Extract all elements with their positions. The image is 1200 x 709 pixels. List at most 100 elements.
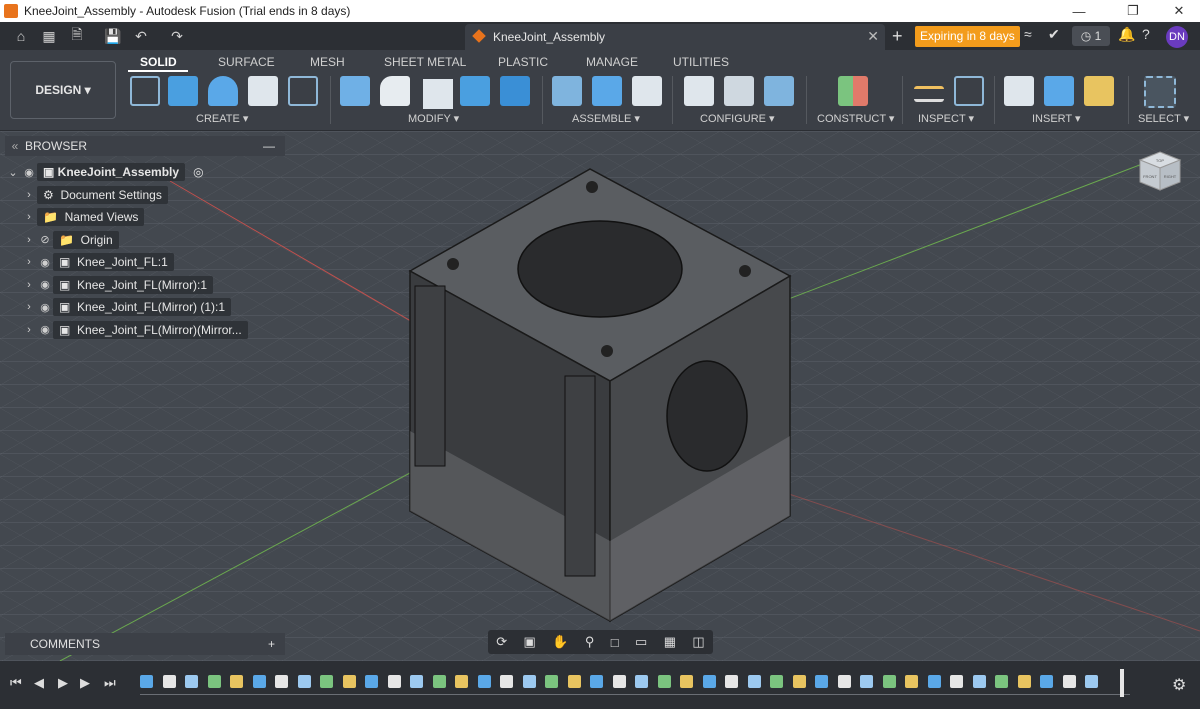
timeline-feature-icon[interactable] — [342, 675, 356, 688]
user-avatar[interactable]: DN — [1166, 26, 1188, 48]
eye-icon[interactable]: ◉ — [37, 301, 53, 314]
group-configure[interactable]: CONFIGURE ▾ — [700, 112, 775, 125]
timeline-feature-icon[interactable] — [657, 675, 671, 688]
chevron-right-icon[interactable]: › — [21, 256, 37, 268]
timeline-feature-icon[interactable] — [297, 675, 311, 688]
timeline-feature-icon[interactable] — [905, 675, 918, 688]
timeline-feature-icon[interactable] — [680, 675, 693, 688]
browser-item-named-views[interactable]: › 📁 Named Views — [5, 206, 285, 229]
fillet-icon[interactable] — [380, 76, 410, 106]
timeline-feature-icon[interactable] — [1040, 675, 1053, 688]
timeline-feature-icon[interactable] — [545, 675, 558, 688]
close-tab-icon[interactable]: ✕ — [867, 28, 879, 45]
timeline-feature-icon[interactable] — [860, 675, 873, 688]
timeline-feature-icon[interactable] — [635, 675, 648, 688]
group-inspect[interactable]: INSPECT ▾ — [918, 112, 974, 125]
browser-item-component[interactable]: › ◉ ▣ Knee_Joint_FL:1 — [5, 251, 285, 274]
new-tab-icon[interactable]: + — [892, 26, 903, 47]
joint-icon[interactable] — [552, 76, 582, 106]
expiring-badge[interactable]: Expiring in 8 days — [915, 26, 1020, 47]
timeline-feature-icon[interactable] — [477, 675, 491, 688]
section-analysis-icon[interactable] — [954, 76, 984, 106]
help-icon[interactable]: ? — [1142, 26, 1150, 42]
group-insert[interactable]: INSERT ▾ — [1032, 112, 1081, 125]
timeline-feature-icon[interactable] — [1062, 675, 1076, 688]
tab-manage[interactable]: MANAGE — [586, 55, 638, 69]
timeline-feature-icon[interactable] — [747, 675, 761, 688]
timeline-feature-icon[interactable] — [320, 675, 333, 688]
collapse-browser-icon[interactable]: « — [5, 139, 25, 153]
tab-sheet-metal[interactable]: SHEET METAL — [384, 55, 466, 69]
browser-item-component[interactable]: › ◉ ▣ Knee_Joint_FL(Mirror) (1):1 — [5, 296, 285, 319]
box-icon[interactable] — [248, 76, 278, 106]
save-icon[interactable]: 💾 — [104, 27, 122, 45]
timeline-settings-gear-icon[interactable]: ⚙ — [1172, 675, 1186, 695]
home-icon[interactable]: ⌂ — [12, 27, 30, 45]
combine-icon[interactable] — [460, 76, 490, 106]
minimize-panel-icon[interactable]: — — [263, 139, 275, 153]
insert-canvas-icon[interactable] — [1044, 76, 1074, 106]
new-component-icon[interactable] — [592, 76, 622, 106]
select-icon[interactable] — [1144, 76, 1176, 108]
timeline-feature-icon[interactable] — [702, 675, 716, 688]
play-icon[interactable]: ▶ — [58, 675, 68, 691]
timeline-feature-icon[interactable] — [837, 675, 851, 688]
timeline-feature-icon[interactable] — [1017, 675, 1031, 688]
bell-icon[interactable]: 🔔 — [1118, 26, 1135, 43]
notifications-clock-badge[interactable]: ◷ 1 — [1072, 26, 1110, 46]
browser-root[interactable]: ⌄ ◉ ▣ KneeJoint_Assembly ◎ — [5, 161, 285, 184]
configuration-table-icon[interactable] — [724, 76, 754, 106]
grid-settings-icon[interactable]: ▦ — [664, 634, 676, 650]
timeline-feature-icon[interactable] — [162, 675, 176, 688]
group-construct[interactable]: CONSTRUCT ▾ — [817, 112, 894, 125]
timeline-feature-icon[interactable] — [567, 675, 581, 688]
eye-icon[interactable]: ◉ — [21, 166, 37, 179]
timeline-feature-icon[interactable] — [387, 675, 401, 688]
timeline-marker[interactable] — [1120, 669, 1124, 697]
document-tab[interactable]: KneeJoint_Assembly ✕ — [465, 24, 885, 50]
redo-icon[interactable]: ↷ — [168, 27, 186, 45]
fit-icon[interactable]: □ — [611, 635, 619, 650]
measure-icon[interactable] — [914, 86, 944, 102]
restore-icon[interactable]: ❐ — [1116, 0, 1150, 22]
tab-surface[interactable]: SURFACE — [218, 55, 275, 69]
timeline-feature-icon[interactable] — [725, 675, 738, 688]
eye-icon[interactable]: ◉ — [37, 256, 53, 269]
group-assemble[interactable]: ASSEMBLE ▾ — [572, 112, 640, 125]
timeline-feature-icon[interactable] — [365, 675, 378, 688]
press-pull-icon[interactable] — [340, 76, 370, 106]
timeline-feature-icon[interactable] — [185, 675, 198, 688]
browser-item-document-settings[interactable]: › ⚙ Document Settings — [5, 184, 285, 207]
eye-icon[interactable]: ◉ — [37, 278, 53, 291]
viewcube[interactable]: TOP FRONT RIGHT — [1138, 148, 1182, 194]
timeline-feature-icon[interactable] — [140, 675, 153, 688]
group-modify[interactable]: MODIFY ▾ — [408, 112, 459, 125]
configure-rules-icon[interactable] — [764, 76, 794, 106]
viewports-icon[interactable]: ◫ — [692, 634, 704, 650]
timeline-feature-icon[interactable] — [815, 675, 828, 688]
zoom-icon[interactable]: ⚲ — [585, 634, 595, 650]
timeline-feature-icon[interactable] — [950, 675, 963, 688]
close-icon[interactable]: ✕ — [1162, 0, 1196, 22]
chevron-right-icon[interactable]: › — [21, 189, 37, 201]
offset-plane-icon[interactable] — [838, 76, 868, 106]
undo-icon[interactable]: ↶ — [132, 27, 150, 45]
timeline-feature-icon[interactable] — [230, 675, 243, 688]
add-comment-icon[interactable]: + — [268, 637, 275, 651]
scale-icon[interactable] — [500, 76, 530, 106]
timeline-feature-icon[interactable] — [972, 675, 986, 688]
chevron-right-icon[interactable]: › — [21, 301, 37, 313]
create-sketch-icon[interactable] — [130, 76, 160, 106]
group-select[interactable]: SELECT ▾ — [1138, 112, 1189, 125]
timeline-feature-icon[interactable] — [882, 675, 896, 688]
configure-icon[interactable] — [684, 76, 714, 106]
chevron-down-icon[interactable]: ⌄ — [5, 166, 21, 179]
chevron-right-icon[interactable]: › — [21, 234, 37, 246]
as-built-joint-icon[interactable] — [632, 76, 662, 106]
tab-mesh[interactable]: MESH — [310, 55, 345, 69]
extrude-icon[interactable] — [168, 76, 198, 106]
go-to-start-icon[interactable]: ⏮ — [10, 675, 22, 691]
minimize-icon[interactable]: — — [1062, 0, 1096, 22]
chevron-right-icon[interactable]: › — [21, 211, 37, 223]
timeline-feature-icon[interactable] — [455, 675, 468, 688]
